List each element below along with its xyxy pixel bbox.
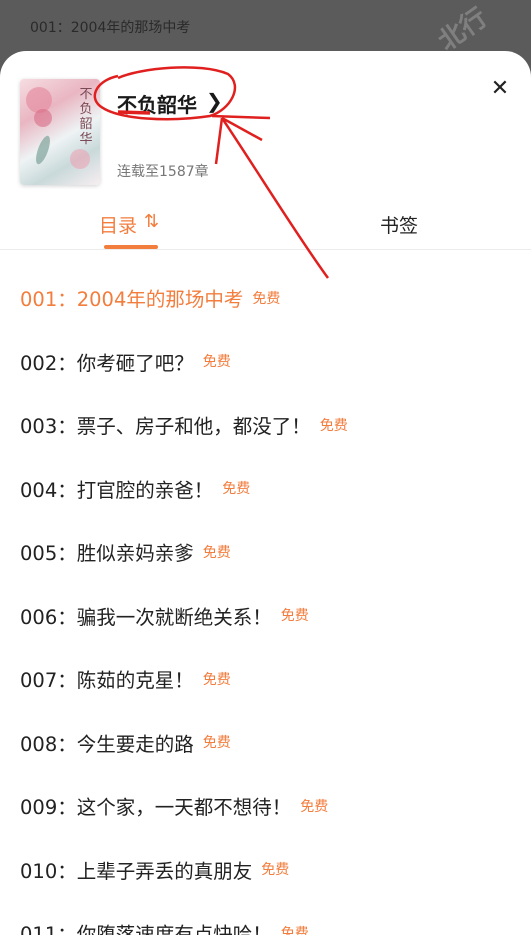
free-badge: 免费	[222, 481, 251, 497]
chapter-title: 009：这个家，一天都不想待！	[20, 796, 292, 819]
free-badge: 免费	[202, 735, 231, 751]
sort-icon[interactable]: ⇅	[144, 211, 159, 232]
tab-bookmarks[interactable]: 书签	[380, 211, 418, 238]
chapter-title: 010：上辈子弄丢的真朋友	[20, 859, 253, 883]
cover-flower	[70, 149, 90, 169]
chapter-item[interactable]: 004：打官腔的亲爸！ 免费	[20, 474, 250, 503]
free-badge: 免费	[280, 925, 309, 935]
chapter-title: 003：票子、房子和他，都没了！	[20, 415, 311, 438]
chapter-item[interactable]: 009：这个家，一天都不想待！ 免费	[20, 791, 328, 820]
book-cover[interactable]: 不负韶华	[20, 79, 100, 185]
background-chapter-title: 001：2004年的那场中考	[30, 20, 191, 36]
divider	[0, 249, 531, 250]
chapter-title: 004：打官腔的亲爸！	[20, 478, 214, 502]
chapter-item[interactable]: 001：2004年的那场中考 免费	[20, 283, 280, 312]
chapter-title: 001：2004年的那场中考	[20, 288, 244, 311]
cover-title: 不负韶华	[79, 87, 93, 147]
chevron-right-icon[interactable]: ❯	[206, 89, 223, 113]
cover-leaf	[33, 134, 53, 166]
chapter-title: 008：今生要走的路	[20, 732, 194, 756]
chapter-title: 011：你堕落速度有点快哈！	[20, 923, 272, 935]
chapter-item[interactable]: 006：骗我一次就断绝关系！ 免费	[20, 601, 309, 630]
chapter-item[interactable]: 007：陈茹的克星！ 免费	[20, 664, 231, 693]
free-badge: 免费	[300, 798, 329, 815]
free-badge: 免费	[202, 544, 231, 561]
book-title[interactable]: 不负韶华	[117, 89, 197, 118]
free-badge: 免费	[202, 354, 231, 370]
cover-flower	[34, 109, 52, 127]
free-badge: 免费	[252, 290, 281, 307]
free-badge: 免费	[319, 417, 348, 434]
close-icon[interactable]: ✕	[486, 75, 514, 103]
chapter-item[interactable]: 011：你堕落速度有点快哈！ 免费	[20, 918, 309, 935]
chapter-list-sheet: 不负韶华 不负韶华 ❯ ✕ 连载至1587章 目录 ⇅ 书签 001：2004年…	[0, 51, 531, 935]
chapter-item[interactable]: 002：你考砸了吧？ 免费	[20, 347, 231, 376]
chapter-item[interactable]: 010：上辈子弄丢的真朋友 免费	[20, 855, 289, 884]
chapter-title: 007：陈茹的克星！	[20, 669, 194, 692]
free-badge: 免费	[280, 608, 309, 624]
tab-toc[interactable]: 目录	[99, 211, 137, 238]
chapter-title: 005：胜似亲妈亲爹	[20, 542, 194, 565]
chapter-title: 002：你考砸了吧？	[20, 351, 194, 375]
chapter-item[interactable]: 008：今生要走的路 免费	[20, 728, 231, 757]
chapter-item[interactable]: 005：胜似亲妈亲爹 免费	[20, 537, 231, 566]
free-badge: 免费	[261, 862, 290, 878]
serial-status: 连载至1587章	[117, 164, 209, 180]
chapter-item[interactable]: 003：票子、房子和他，都没了！ 免费	[20, 410, 348, 439]
free-badge: 免费	[202, 671, 231, 688]
chapter-title: 006：骗我一次就断绝关系！	[20, 605, 272, 629]
